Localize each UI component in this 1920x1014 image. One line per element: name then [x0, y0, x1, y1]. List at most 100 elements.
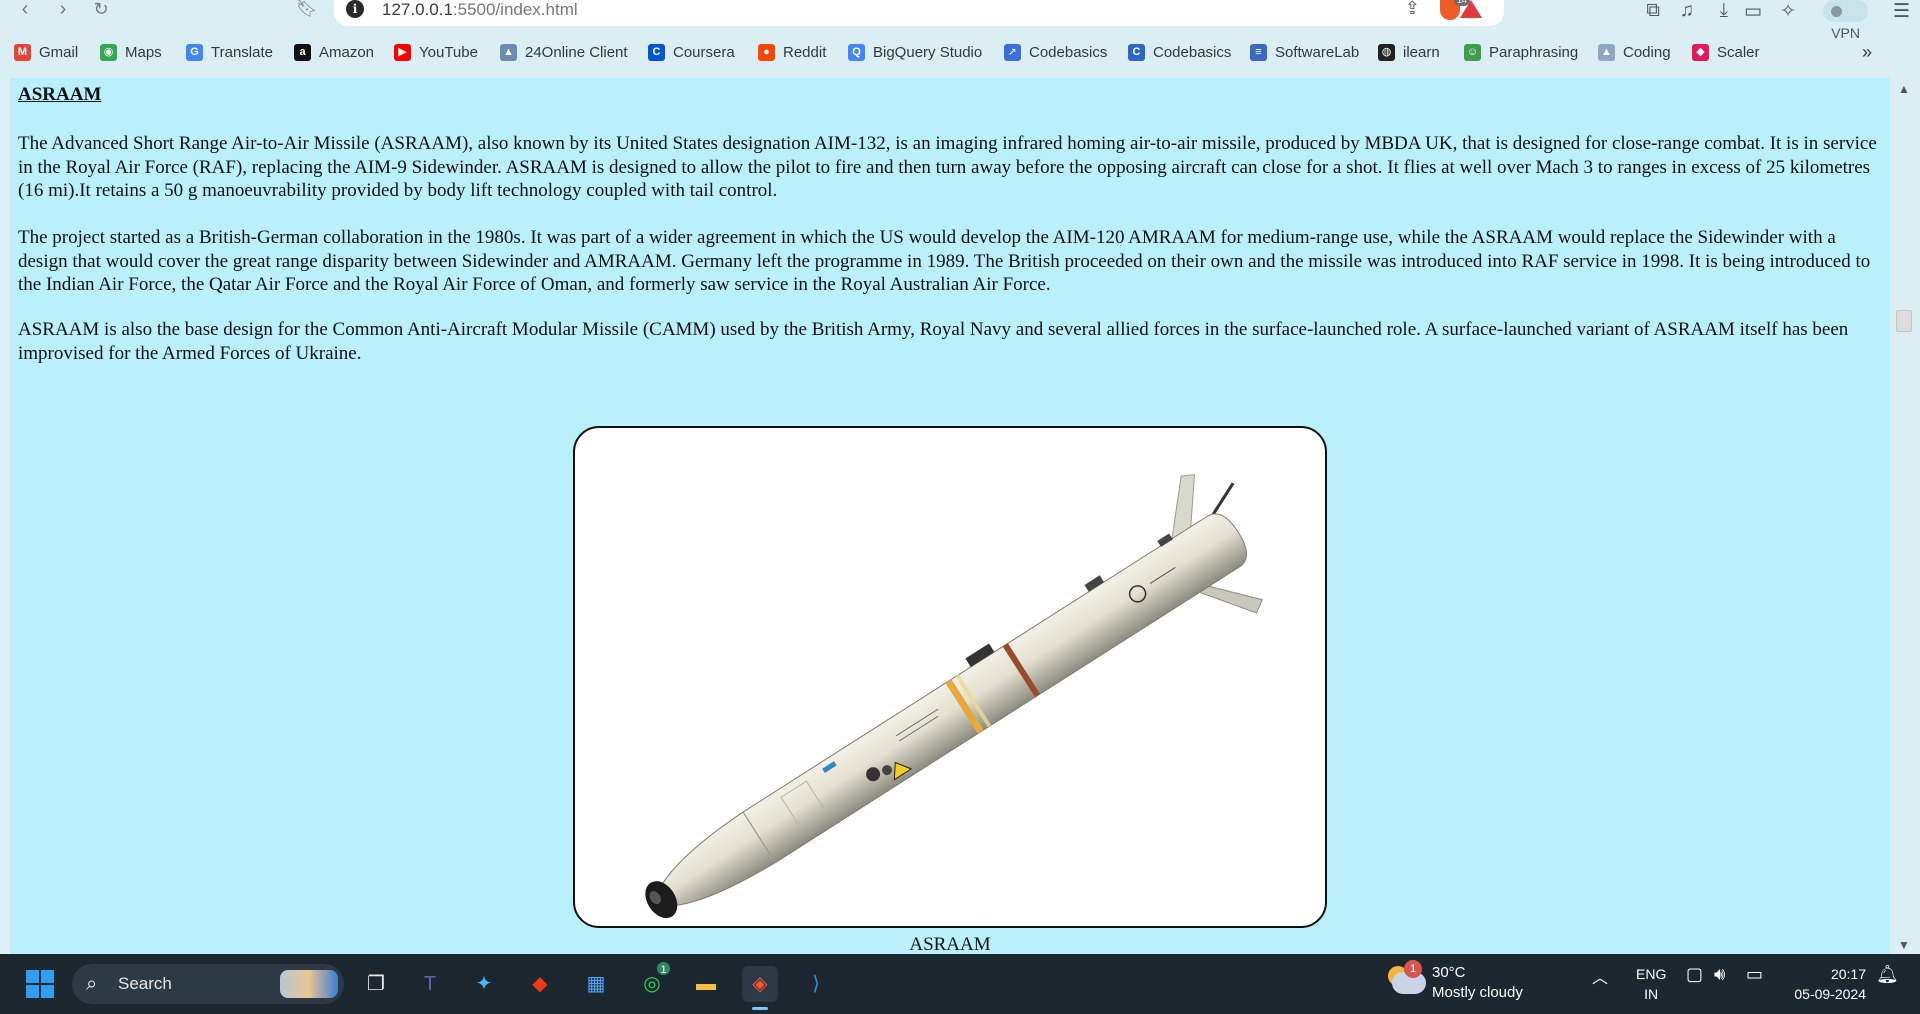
coursera-icon: C — [648, 43, 665, 61]
gmail-icon: M — [14, 43, 31, 61]
24online-icon: ▲ — [500, 43, 517, 61]
bookmark-item[interactable]: ➚ Codebasics — [1004, 40, 1107, 64]
paragraph-camm: ASRAAM is also the base design for the C… — [18, 319, 1849, 364]
bookmark-label: BigQuery Studio — [873, 43, 983, 61]
battery-icon[interactable]: ▭ — [1746, 964, 1763, 985]
bookmark-item[interactable]: G Translate — [186, 40, 273, 64]
copilot-icon[interactable]: ✦ — [466, 966, 502, 1002]
bookmark-label: Translate — [211, 43, 273, 61]
share-icon[interactable]: ⇪ — [1405, 0, 1420, 19]
bookmark-item[interactable]: ◉ Maps — [100, 40, 162, 64]
paragraph-history: The project started as a British-German … — [18, 227, 1871, 295]
bookmark-label: 24Online Client — [525, 43, 628, 61]
weather-temperature: 30°C — [1432, 964, 1466, 981]
downloads-icon[interactable]: ⤓ — [1720, 0, 1728, 22]
teams-icon[interactable]: T — [412, 966, 448, 1002]
weather-alert-badge: 1 — [1404, 960, 1422, 978]
bookmark-page-icon[interactable]: 🔖︎ — [294, 0, 320, 22]
scroll-thumb[interactable] — [1896, 310, 1912, 332]
search-icon: ⌕ — [86, 973, 98, 995]
amazon-icon: a — [294, 43, 311, 61]
whatsapp-icon[interactable]: ◎ 1 — [634, 960, 672, 1002]
scroll-up-icon[interactable]: ▲ — [1898, 82, 1910, 96]
windows-taskbar: ⌕ Search ❐ T ✦ ◆ ▦ ◎ 1 ▬ ◈ ⟩ 1 30°C Mostl… — [0, 954, 1920, 1014]
back-icon[interactable]: ‹ — [12, 0, 38, 22]
menu-icon[interactable]: ☰ — [1893, 0, 1910, 23]
bookmark-label: Scaler — [1717, 43, 1760, 61]
whatsapp-badge: 1 — [655, 960, 672, 977]
language-region: IN — [1644, 986, 1659, 1002]
coding-icon: ▲ — [1598, 43, 1615, 61]
bookmark-item[interactable]: C Codebasics — [1128, 40, 1231, 64]
task-view-icon[interactable]: ❐ — [358, 966, 394, 1002]
page-scrollbar[interactable]: ▲ ▼ — [1890, 78, 1920, 954]
bookmark-label: Codebasics — [1153, 43, 1232, 61]
browser-toolbar: ‹ › ↻ 🔖︎ i 127.0.0.1:5500/index.html ⇪ 1… — [0, 0, 1920, 41]
bookmark-label: Codebasics — [1029, 43, 1108, 61]
bigquery-icon: Q — [848, 43, 865, 61]
bookmarks-bar: M Gmail ◉ Maps G Translate a Amazon ▶ YouTube ▲ 24O… — [0, 40, 1920, 66]
bookmark-item[interactable]: ▲ 24Online Client — [500, 40, 628, 64]
clock[interactable]: 20:17 05-09-2024 — [1794, 964, 1866, 1004]
site-info-icon[interactable]: i — [346, 0, 364, 18]
tray-chevron-up-icon[interactable]: ︿ — [1592, 964, 1608, 988]
bookmark-label: Reddit — [783, 43, 827, 61]
bookmark-item[interactable]: Q BigQuery Studio — [848, 40, 982, 64]
search-highlight-icon — [280, 970, 338, 998]
bookmark-item[interactable]: ◍ ilearn — [1378, 40, 1440, 64]
bookmark-item[interactable]: ▶ YouTube — [394, 40, 478, 64]
app-red-diamond-icon[interactable]: ◆ — [522, 966, 558, 1002]
taskbar-search-label: Search — [118, 974, 172, 993]
bookmark-item[interactable]: ≡ SoftwareLab — [1250, 40, 1359, 64]
clock-date: 05-09-2024 — [1794, 986, 1866, 1002]
url-text[interactable]: 127.0.0.1:5500/index.html — [382, 0, 578, 20]
bookmark-item[interactable]: ◆ Scaler — [1692, 40, 1760, 64]
missile-image — [645, 474, 1264, 919]
bookmark-item[interactable]: ▲ Coding — [1598, 40, 1671, 64]
paragraph-intro: The Advanced Short Range Air-to-Air Miss… — [18, 133, 1877, 201]
bookmarks-overflow-icon[interactable]: » — [1862, 40, 1872, 64]
bookmark-label: Coursera — [673, 43, 735, 61]
address-bar[interactable]: i 127.0.0.1:5500/index.html ⇪ 14 — [334, 0, 1504, 26]
network-icon[interactable]: ▢ — [1686, 964, 1703, 985]
reddit-icon: ● — [758, 43, 775, 61]
bookmark-item[interactable]: ● Reddit — [758, 40, 826, 64]
scroll-down-icon[interactable]: ▼ — [1898, 938, 1910, 952]
bookmark-label: Amazon — [319, 43, 375, 61]
file-explorer-icon[interactable]: ▬ — [688, 966, 724, 1002]
vpn-status-icon — [1831, 6, 1843, 17]
url-path: :5500/index.html — [452, 0, 578, 19]
reload-icon[interactable]: ↻ — [88, 0, 114, 22]
taskbar-search[interactable]: ⌕ Search — [72, 964, 344, 1004]
language-indicator[interactable]: ENG IN — [1636, 964, 1666, 1004]
forward-icon[interactable]: › — [50, 0, 76, 22]
image-caption: ASRAAM — [909, 934, 991, 954]
bookmark-label: YouTube — [419, 43, 478, 61]
clock-time: 20:17 — [1830, 966, 1866, 982]
browser-chrome: ‹ › ↻ 🔖︎ i 127.0.0.1:5500/index.html ⇪ 1… — [0, 0, 1920, 78]
bookmark-item[interactable]: M Gmail — [14, 40, 78, 64]
bookmark-label: ilearn — [1403, 43, 1440, 61]
leo-ai-icon[interactable]: ✧ — [1780, 0, 1796, 23]
rocket-icon: ➚ — [1004, 43, 1021, 61]
bookmark-item[interactable]: a Amazon — [294, 40, 374, 64]
paraphrasing-icon: ☺ — [1464, 43, 1481, 61]
brave-rewards-icon[interactable] — [1460, 0, 1482, 18]
language-code: ENG — [1636, 966, 1667, 982]
microsoft-store-icon[interactable]: ▦ — [578, 966, 614, 1002]
codebasics-icon: C — [1128, 43, 1145, 61]
windows-start-icon[interactable] — [26, 970, 54, 998]
url-host: 127.0.0.1 — [382, 0, 453, 19]
wallet-icon[interactable]: ▭ — [1744, 0, 1762, 23]
bookmark-item[interactable]: ☺ Paraphrasing — [1464, 40, 1578, 64]
vscode-icon[interactable]: ⟩ — [798, 966, 834, 1002]
softwarelab-icon: ≡ — [1250, 43, 1267, 61]
volume-icon[interactable]: 🔊︎ — [1714, 964, 1725, 985]
notification-bell-icon[interactable]: 🔔︎ — [1876, 964, 1899, 985]
vpn-button[interactable]: VPN — [1823, 0, 1868, 41]
bookmark-item[interactable]: C Coursera — [648, 40, 735, 64]
extensions-icon[interactable]: ⧉ — [1646, 0, 1660, 22]
maps-icon: ◉ — [100, 43, 117, 61]
media-icon[interactable]: ♫ — [1680, 0, 1694, 22]
brave-browser-icon[interactable]: ◈ — [742, 966, 778, 1010]
